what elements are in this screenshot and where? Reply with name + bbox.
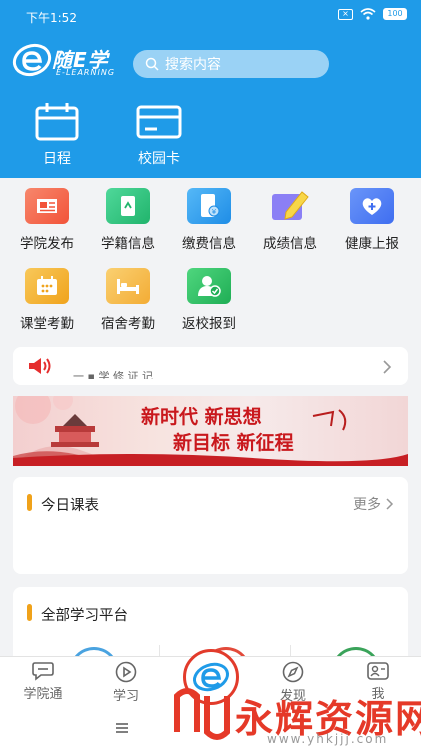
card-accent-bar (27, 494, 32, 511)
today-class-title: 今日课表 (41, 498, 99, 514)
grid-item-class-attendance[interactable]: 课堂考勤 (7, 268, 87, 332)
tab-label: 学习 (112, 689, 139, 704)
grid-item-grades[interactable]: 成绩信息 (250, 188, 330, 252)
more-button[interactable]: 更多 (353, 494, 394, 514)
status-time: 下午1:52 (26, 11, 77, 25)
grid-item-label: 缴费信息 (182, 236, 236, 252)
chevron-right-icon (386, 498, 394, 510)
grid-item-payment[interactable]: ¥ 缴费信息 (169, 188, 249, 252)
status-bar: 下午1:52 × 100 (0, 0, 421, 30)
header: 随E学 E-LEARNING 搜索内容 日程 校园卡 (0, 30, 421, 178)
today-class-card: 今日课表 更多 (13, 477, 408, 574)
news-icon (25, 188, 69, 224)
tab-study[interactable]: 学习 (91, 661, 161, 704)
grid-item-label: 学籍信息 (101, 236, 155, 252)
campus-card-label: 校园卡 (138, 151, 180, 167)
bed-icon (106, 268, 150, 304)
search-icon (145, 57, 159, 71)
card-accent-bar (27, 604, 32, 621)
app-logo: 随E学 E-LEARNING (12, 42, 134, 82)
more-label: 更多 (353, 497, 381, 513)
banner-wave-decoration (13, 409, 408, 466)
search-bar[interactable]: 搜索内容 (133, 50, 329, 78)
user-check-icon (187, 268, 231, 304)
logo-e-icon (12, 43, 52, 77)
menu-icon[interactable] (116, 723, 128, 733)
pencil-icon (268, 188, 312, 224)
promo-banner[interactable]: 新时代 新思想 新目标 新征程 (13, 396, 408, 466)
search-placeholder: 搜索内容 (165, 57, 221, 73)
watermark: 永辉资源网 www.yhkjjj.com (167, 660, 421, 750)
battery-icon: 100 (383, 8, 407, 20)
heart-shield-icon (350, 188, 394, 224)
sim-off-icon: × (338, 8, 353, 20)
watermark-logo-icon (174, 688, 230, 740)
book-icon (106, 188, 150, 224)
notice-text: 一 ▪ 学 修 证 记 (73, 371, 153, 379)
status-icons: × 100 (338, 8, 407, 20)
svg-text:¥: ¥ (212, 208, 217, 216)
grid-item-health-report[interactable]: 健康上报 (332, 188, 412, 252)
chevron-right-icon (383, 360, 392, 374)
logo-subtitle: E-LEARNING (56, 68, 116, 77)
grid-item-label: 返校报到 (182, 316, 236, 332)
wifi-icon (360, 8, 376, 20)
grid-item-label: 课堂考勤 (20, 316, 74, 332)
calendar-check-icon (25, 268, 69, 304)
tab-college[interactable]: 学院通 (8, 661, 78, 702)
card-icon (136, 105, 182, 139)
grid-item-label: 健康上报 (345, 236, 399, 252)
grid-item-return-report[interactable]: 返校报到 (169, 268, 249, 332)
grid-item-label: 学院发布 (20, 236, 74, 252)
grid-item-college-release[interactable]: 学院发布 (7, 188, 87, 252)
chat-bubble-icon (32, 662, 54, 681)
grid-item-label: 成绩信息 (263, 236, 317, 252)
grid-item-dorm-attendance[interactable]: 宿舍考勤 (88, 268, 168, 332)
tab-label: 学院通 (23, 687, 63, 702)
notice-bar[interactable]: 一 ▪ 学 修 证 记 (13, 347, 408, 385)
campus-card-button[interactable]: 校园卡 (124, 102, 194, 168)
phone-pay-icon: ¥ (187, 188, 231, 224)
platforms-title: 全部学习平台 (41, 608, 128, 624)
schedule-button[interactable]: 日程 (22, 102, 92, 168)
watermark-url: www.yhkjjj.com (267, 732, 389, 746)
calendar-icon (35, 103, 79, 141)
speaker-icon (29, 358, 51, 374)
schedule-label: 日程 (43, 151, 71, 167)
play-circle-icon (115, 661, 137, 683)
grid-item-student-status[interactable]: 学籍信息 (88, 188, 168, 252)
grid-item-label: 宿舍考勤 (101, 316, 155, 332)
